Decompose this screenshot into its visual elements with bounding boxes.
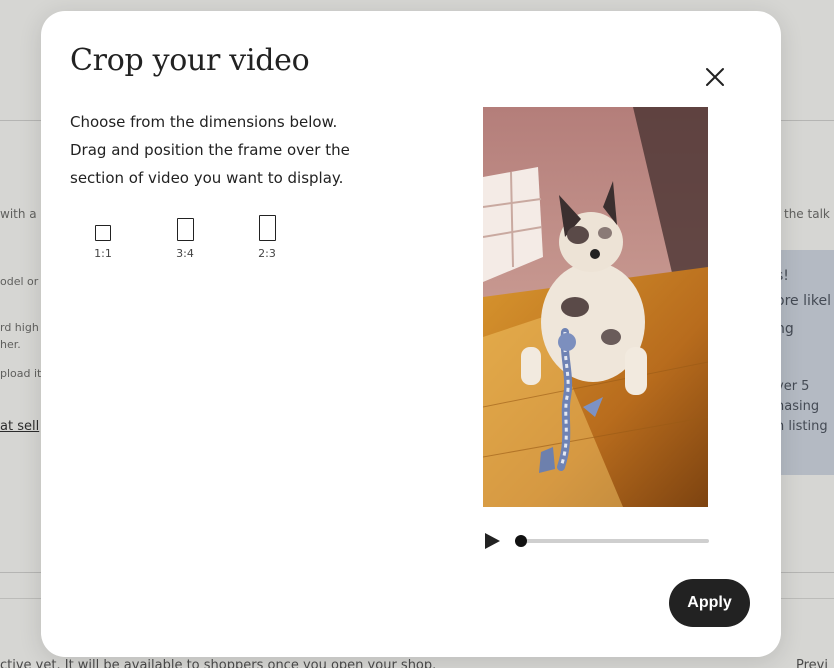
aspect-ratio-2-3-button[interactable]: 2:3 — [245, 211, 289, 271]
aspect-ratio-1-1-button[interactable]: 1:1 — [81, 211, 125, 271]
crop-video-dialog: Crop your video Choose from the dimensio… — [41, 11, 781, 657]
aspect-ratio-3-4-button[interactable]: 3:4 — [163, 211, 207, 271]
video-crop-frame[interactable] — [483, 107, 708, 507]
video-player-controls — [483, 529, 711, 553]
video-scrubber[interactable] — [515, 535, 709, 547]
aspect-ratio-label: 3:4 — [176, 247, 194, 260]
crop-instructions: Choose from the dimensions below. Drag a… — [70, 108, 370, 192]
play-button[interactable] — [483, 531, 503, 551]
portrait-3-4-ratio-icon — [176, 218, 194, 241]
aspect-ratio-label: 1:1 — [94, 247, 112, 260]
close-icon — [706, 68, 724, 86]
dialog-title: Crop your video — [70, 43, 310, 78]
close-button[interactable] — [701, 63, 729, 91]
instruction-line: Choose from the dimensions below. — [70, 113, 338, 131]
instruction-line: section of video you want to display. — [70, 169, 344, 187]
apply-button[interactable]: Apply — [669, 579, 750, 627]
play-icon — [485, 533, 500, 549]
scrubber-handle[interactable] — [515, 535, 527, 547]
aspect-ratio-label: 2:3 — [258, 247, 276, 260]
video-thumbnail — [483, 107, 708, 507]
instruction-line: Drag and position the frame over the — [70, 141, 350, 159]
square-ratio-icon — [95, 225, 111, 241]
portrait-2-3-ratio-icon — [258, 215, 276, 241]
